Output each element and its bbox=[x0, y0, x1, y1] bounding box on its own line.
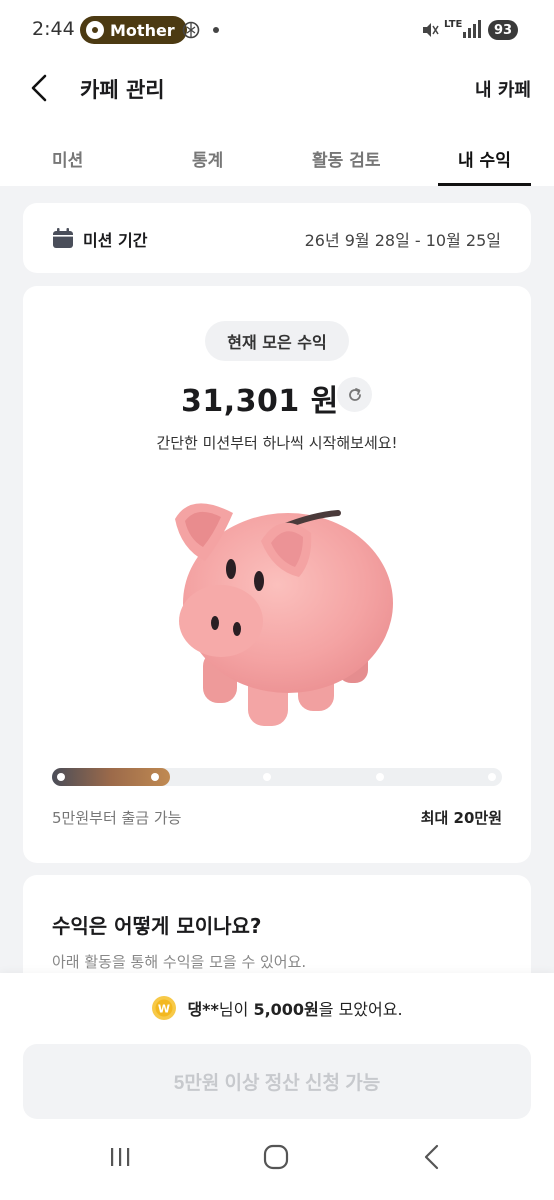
tab-mission[interactable]: 미션 bbox=[52, 146, 83, 171]
mute-icon bbox=[423, 23, 439, 37]
ticker-amount: 5,000원 bbox=[253, 1000, 319, 1019]
bottom-sheet: W 댕**님이 5,000원을 모았어요. 5만원 이상 정산 신청 가능 bbox=[0, 973, 554, 1200]
tab-activity-review[interactable]: 활동 검토 bbox=[312, 146, 380, 171]
notification-dot-icon bbox=[213, 27, 219, 33]
progress-marker bbox=[151, 773, 159, 781]
piggy-bank-icon bbox=[175, 503, 393, 726]
system-back-button[interactable] bbox=[412, 1137, 452, 1177]
min-withdraw-label: 5만원부터 출금 가능 bbox=[52, 809, 182, 827]
progress-marker bbox=[263, 773, 271, 781]
home-button[interactable] bbox=[256, 1137, 296, 1177]
coin-icon: W bbox=[152, 996, 177, 1020]
battery-icon: 93 bbox=[488, 20, 518, 40]
how-description: 아래 활동을 통해 수익을 모을 수 있어요. bbox=[52, 953, 307, 971]
mother-app-pill[interactable]: Mother bbox=[80, 16, 187, 44]
back-icon bbox=[424, 1144, 439, 1170]
ticker-text: 댕**님이 5,000원을 모았어요. bbox=[187, 996, 402, 1020]
refresh-icon bbox=[348, 387, 361, 401]
system-nav-bar bbox=[0, 1119, 554, 1200]
recent-apps-icon bbox=[111, 1148, 130, 1166]
status-bar: 2:44 Mother LTE 93 bbox=[0, 0, 554, 60]
tab-stats[interactable]: 통계 bbox=[192, 146, 223, 171]
earnings-description: 간단한 미션부터 하나씩 시작해보세요! bbox=[156, 434, 398, 452]
progress-marker bbox=[488, 773, 496, 781]
earnings-progress-bar bbox=[52, 768, 502, 786]
app-header: 카페 관리 내 카페 bbox=[0, 60, 554, 118]
active-tab-indicator bbox=[438, 183, 531, 186]
chevron-left-icon bbox=[31, 74, 47, 102]
openai-icon bbox=[182, 21, 200, 39]
progress-marker bbox=[376, 773, 384, 781]
max-earnings-label: 최대 20만원 bbox=[420, 809, 502, 827]
refresh-button[interactable] bbox=[337, 377, 372, 412]
tab-bar: 미션 통계 활동 검토 내 수익 bbox=[0, 132, 554, 186]
earnings-amount: 31,301 원 bbox=[181, 384, 339, 419]
tab-my-earnings[interactable]: 내 수익 bbox=[458, 146, 511, 171]
my-cafe-link[interactable]: 내 카페 bbox=[475, 76, 531, 102]
ticker-mid: 님이 bbox=[218, 1000, 254, 1019]
disc-icon bbox=[86, 21, 104, 39]
network-type: LTE bbox=[444, 19, 463, 30]
recent-apps-button[interactable] bbox=[100, 1137, 140, 1177]
home-icon bbox=[263, 1144, 289, 1170]
ticker-end: 을 모았어요. bbox=[318, 1000, 403, 1019]
ticker-name: 댕** bbox=[187, 1000, 219, 1019]
how-title: 수익은 어떻게 모이나요? bbox=[52, 914, 262, 938]
earnings-ticker: W 댕**님이 5,000원을 모았어요. bbox=[0, 993, 554, 1023]
earnings-card: 현재 모은 수익 31,301 원 간단한 미션부터 하나씩 시작해보세요! 5… bbox=[23, 286, 531, 863]
page-title: 카페 관리 bbox=[80, 78, 165, 102]
back-button[interactable] bbox=[24, 70, 54, 106]
settlement-request-button[interactable]: 5만원 이상 정산 신청 가능 bbox=[23, 1044, 531, 1119]
signal-icon bbox=[463, 20, 481, 38]
calendar-icon bbox=[53, 228, 73, 248]
mission-period-card: 미션 기간 26년 9월 28일 - 10월 25일 bbox=[23, 203, 531, 273]
period-label: 미션 기간 bbox=[83, 231, 148, 250]
svg-text:W: W bbox=[158, 1003, 170, 1016]
period-value: 26년 9월 28일 - 10월 25일 bbox=[304, 231, 501, 250]
status-time: 2:44 bbox=[32, 18, 75, 40]
mother-app-label: Mother bbox=[110, 20, 175, 40]
current-earnings-pill: 현재 모은 수익 bbox=[205, 321, 349, 361]
progress-marker bbox=[57, 773, 65, 781]
